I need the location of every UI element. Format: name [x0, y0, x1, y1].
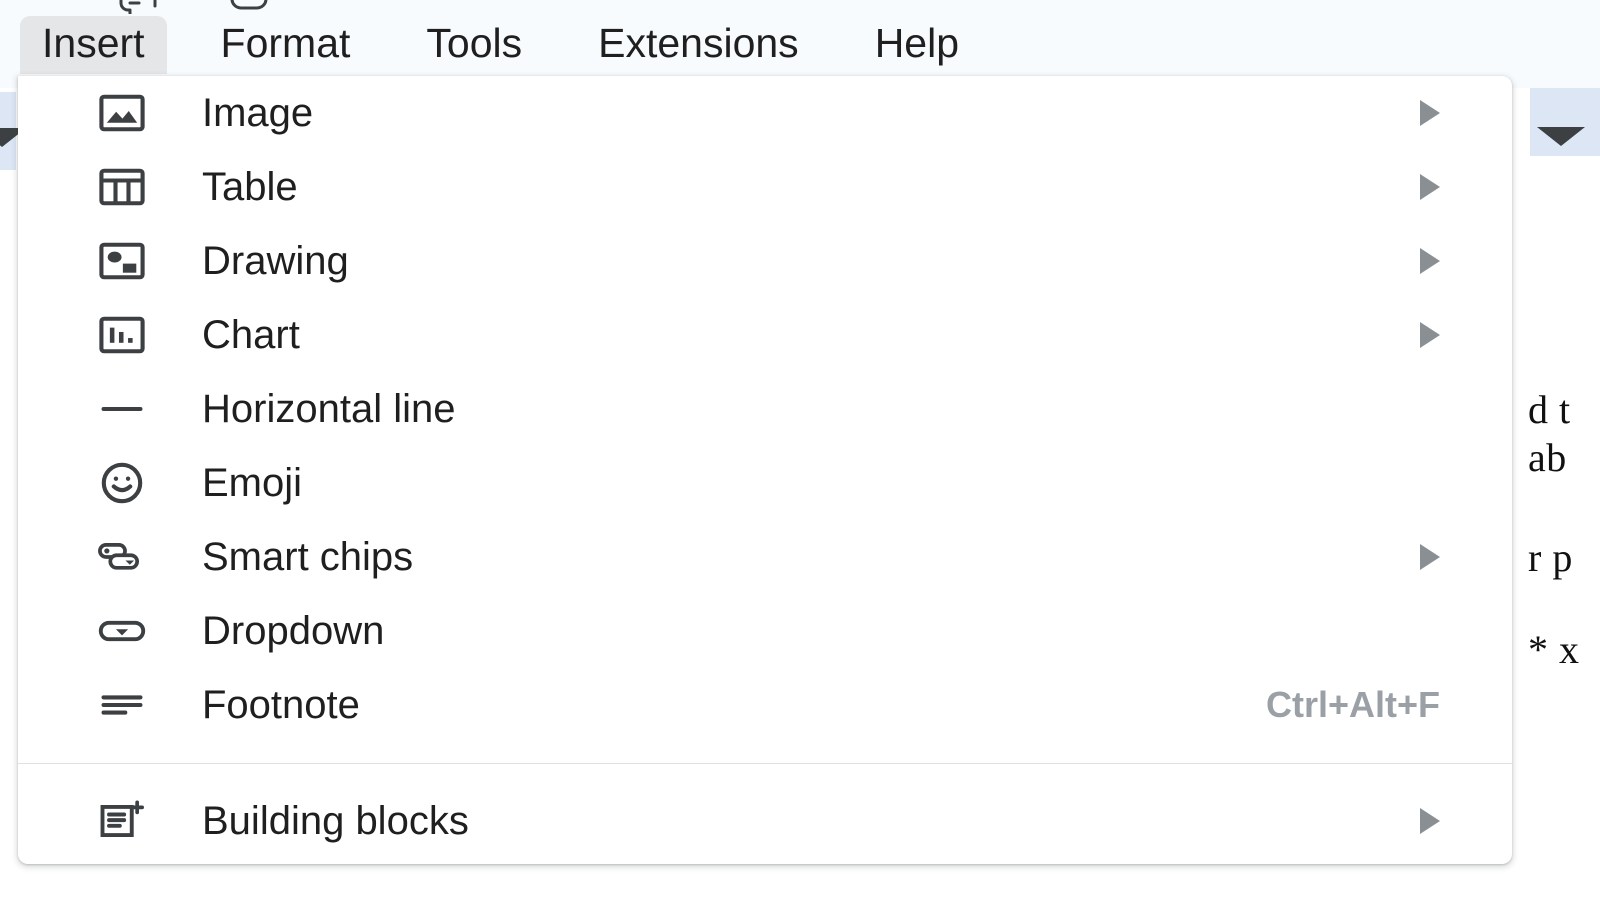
insert-menu-panel: Image Table Drawing Chart Horizontal lin… [18, 76, 1512, 864]
menu-tab-extensions[interactable]: Extensions [576, 16, 821, 74]
chevron-down-icon [1537, 127, 1585, 146]
footnote-icon [94, 677, 150, 733]
submenu-arrow-icon [1420, 174, 1440, 200]
menu-item-dropdown[interactable]: Dropdown [18, 594, 1512, 668]
chart-icon [94, 307, 150, 363]
horizontal-line-icon [94, 381, 150, 437]
doc-text-fragment: r p [1528, 535, 1573, 580]
insert-menu-list: Image Table Drawing Chart Horizontal lin… [18, 76, 1512, 858]
menu-tab-help[interactable]: Help [853, 16, 981, 74]
menu-item-image[interactable]: Image [18, 76, 1512, 150]
menu-item-label: Drawing [202, 239, 349, 283]
menu-item-label: Building blocks [202, 799, 469, 843]
doc-text-fragment: * x [1528, 627, 1580, 672]
screen: d t ab r p * x Insert Format Tools Exten… [0, 0, 1600, 900]
menu-item-chart[interactable]: Chart [18, 298, 1512, 372]
submenu-arrow-icon [1420, 544, 1440, 570]
menu-divider [18, 763, 1512, 764]
doc-text-fragment: d t [1528, 387, 1571, 432]
smart-chips-icon [94, 529, 150, 585]
table-icon [94, 159, 150, 215]
submenu-arrow-icon [1420, 322, 1440, 348]
menu-item-label: Horizontal line [202, 387, 456, 431]
menu-item-label: Image [202, 91, 314, 135]
menu-item-building-blocks[interactable]: Building blocks [18, 784, 1512, 858]
menu-item-label: Smart chips [202, 535, 414, 579]
image-icon [94, 85, 150, 141]
submenu-arrow-icon [1420, 100, 1440, 126]
menu-item-label: Emoji [202, 461, 303, 505]
menu-item-label: Dropdown [202, 609, 385, 653]
menu-item-horizontal-line[interactable]: Horizontal line [18, 372, 1512, 446]
menu-item-table[interactable]: Table [18, 150, 1512, 224]
menu-item-footnote[interactable]: Footnote Ctrl+Alt+F [18, 668, 1512, 742]
submenu-arrow-icon [1420, 808, 1440, 834]
submenu-arrow-icon [1420, 248, 1440, 274]
menu-item-label: Chart [202, 313, 300, 357]
menu-bar: Insert Format Tools Extensions Help [0, 14, 1600, 76]
menu-tab-format[interactable]: Format [199, 16, 373, 74]
drawing-icon [94, 233, 150, 289]
menu-item-label: Footnote [202, 683, 360, 727]
menu-tab-tools[interactable]: Tools [404, 16, 544, 74]
emoji-icon [94, 455, 150, 511]
menu-tab-insert[interactable]: Insert [20, 16, 167, 74]
menu-item-shortcut: Ctrl+Alt+F [1265, 684, 1440, 725]
dropdown-icon [94, 603, 150, 659]
menu-item-label: Table [202, 165, 298, 209]
doc-text-fragment: ab [1528, 435, 1567, 480]
building-blocks-icon [94, 793, 150, 849]
menu-item-drawing[interactable]: Drawing [18, 224, 1512, 298]
menu-item-smart-chips[interactable]: Smart chips [18, 520, 1512, 594]
menu-item-emoji[interactable]: Emoji [18, 446, 1512, 520]
